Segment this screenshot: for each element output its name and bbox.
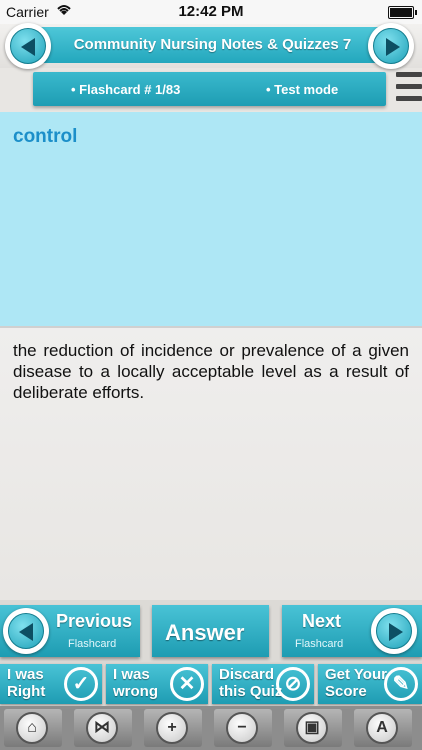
home-button[interactable]: ⌂ [4,709,62,747]
font-button[interactable]: A [354,709,412,747]
answer-label: Answer [165,620,245,645]
share-button[interactable]: ⋈ [74,709,132,747]
zoom-in-button[interactable]: + [144,709,202,747]
zoom-out-button[interactable]: − [214,709,272,747]
discard-label-1: Discard [219,666,275,683]
zoom-in-icon: + [156,712,188,744]
answer-text: the reduction of incidence or prevalence… [13,341,409,402]
question-text: control [13,126,78,147]
battery-icon [388,6,417,19]
share-icon: ⋈ [86,712,118,744]
scorecard-icon: ✎ [384,667,418,701]
score-label-1: Get Your [325,666,387,683]
previous-sub-label: Flashcard [68,638,117,650]
previous-label: Previous [56,611,133,631]
wrong-label-1: I was [113,666,150,683]
get-score-button[interactable]: Get Your Score ✎ [318,664,422,704]
zoom-out-icon: − [226,712,258,744]
checkmark-icon: ✓ [64,667,98,701]
back-arrow-icon [10,28,46,64]
status-bar: Carrier 12:42 PM [0,0,422,24]
back-button[interactable] [5,23,51,69]
discard-label-2: this Quiz [219,683,283,700]
image-icon: ▣ [296,712,328,744]
flashcard-counter: • Flashcard # 1/83 [71,82,181,97]
clock: 12:42 PM [178,3,244,20]
score-label-2: Score [325,683,367,700]
question-panel: control [0,112,422,328]
right-label-2: Right [7,683,46,700]
next-label: Next [302,611,342,631]
home-icon: ⌂ [16,712,48,744]
action-row: I was Right ✓ I was wrong ✕ Discard this Qu… [0,662,422,706]
i-was-right-button[interactable]: I was Right ✓ [0,664,102,704]
nav-row: Previous Flashcard Answer Next Flashcard [0,600,422,662]
forward-button[interactable] [368,23,414,69]
test-mode-label: • Test mode [266,82,339,97]
right-label-1: I was [7,666,44,683]
cross-icon: ✕ [170,667,204,701]
forward-arrow-icon [373,28,409,64]
wrong-label-2: wrong [113,683,158,700]
app-title: Community Nursing Notes & Quizzes 7 [73,36,352,53]
info-bar: • Flashcard # 1/83 • Test mode [33,72,386,106]
discard-quiz-button[interactable]: Discard this Quiz ⊘ [212,664,314,704]
answer-button[interactable]: Answer [152,605,269,657]
image-button[interactable]: ▣ [284,709,342,747]
no-entry-icon: ⊘ [276,667,310,701]
next-flashcard-button[interactable]: Next Flashcard [282,605,422,657]
next-sub-label: Flashcard [295,638,344,650]
previous-icon [3,608,49,654]
i-was-wrong-button[interactable]: I was wrong ✕ [106,664,208,704]
bottom-toolbar: ⌂ ⋈ + − ▣ A [0,706,422,750]
font-icon: A [366,712,398,744]
next-icon [371,608,417,654]
title-bar: Community Nursing Notes & Quizzes 7 [0,23,422,69]
previous-flashcard-button[interactable]: Previous Flashcard [0,605,140,657]
answer-panel: the reduction of incidence or prevalence… [0,328,422,600]
menu-icon[interactable] [396,70,422,108]
